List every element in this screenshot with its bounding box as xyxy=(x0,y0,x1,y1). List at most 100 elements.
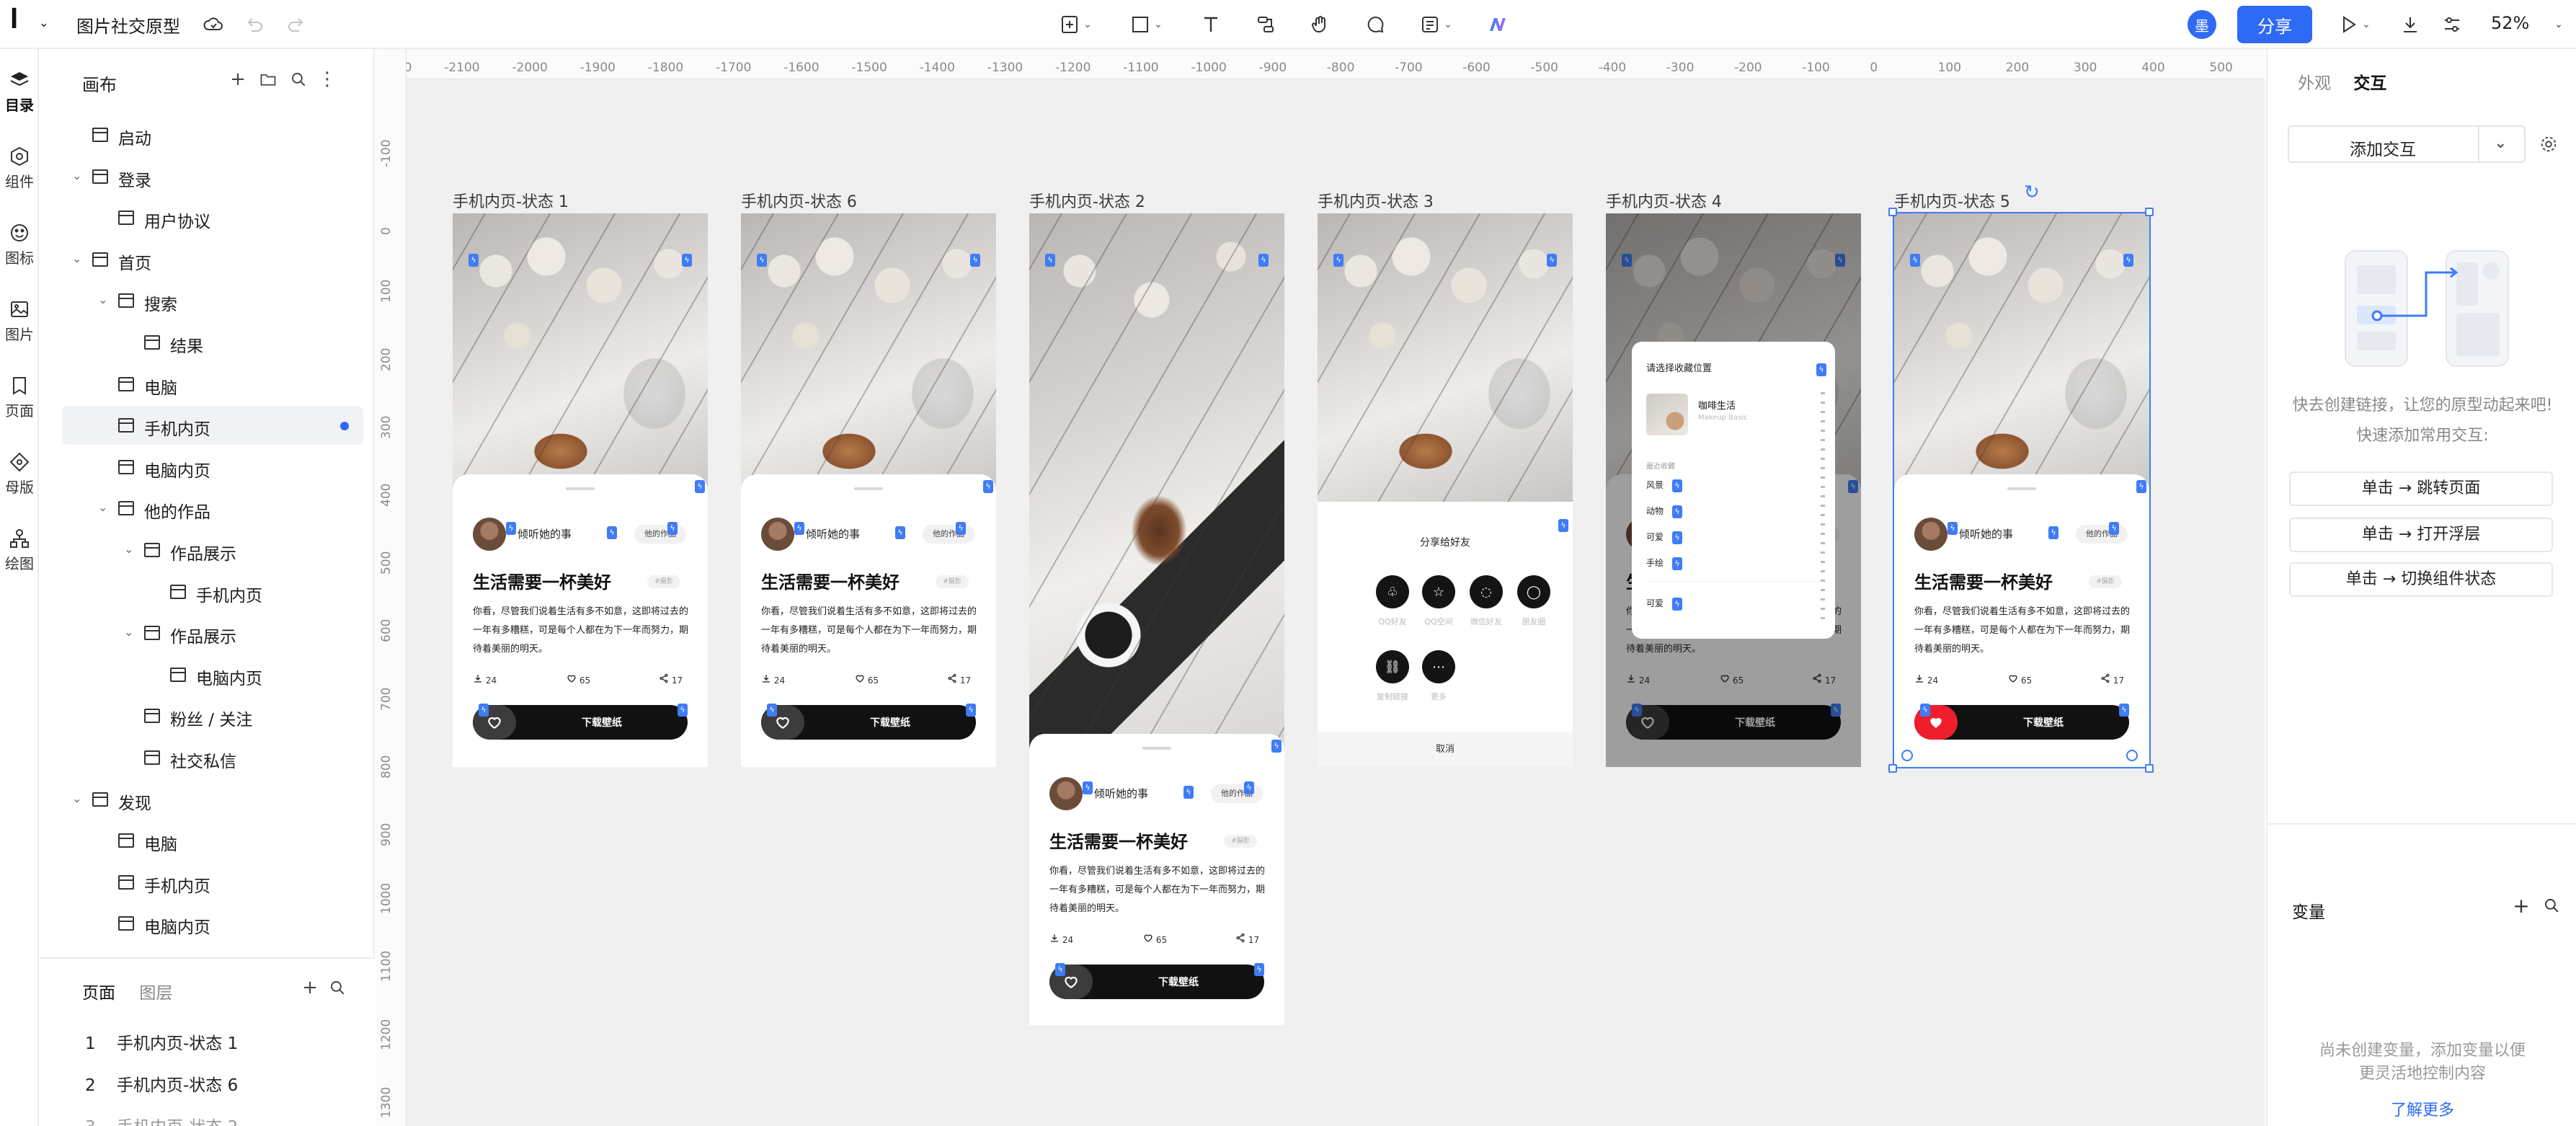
link-icon[interactable]: ⛓ xyxy=(1376,650,1409,683)
expand-arrow-icon[interactable]: ⌄ xyxy=(124,625,137,639)
tree-item[interactable]: ⌄ 发现 xyxy=(62,780,363,819)
download-icon[interactable] xyxy=(2396,10,2425,39)
collect-option[interactable]: 可爱 xyxy=(1646,597,1664,609)
page-list-item[interactable]: 3手机内页-状态 2 xyxy=(85,1113,238,1126)
add-page-icon[interactable]: ⌄ xyxy=(1054,10,1097,39)
tree-item[interactable]: 电脑内页 xyxy=(62,655,363,694)
tab-layers[interactable]: 图层 xyxy=(139,984,172,1003)
album-thumbnail[interactable] xyxy=(1646,394,1688,435)
qq-icon[interactable]: ♧ xyxy=(1376,575,1409,608)
quick-click-navigate[interactable]: 单击 → 跳转页面 xyxy=(2289,471,2553,506)
download-count[interactable]: 24 xyxy=(1049,933,1073,945)
resize-handle[interactable] xyxy=(2145,208,2154,216)
more-icon[interactable]: ⋯ xyxy=(1422,650,1455,683)
drag-handle[interactable] xyxy=(854,487,883,490)
frame-title[interactable]: 手机内页-状态 3 xyxy=(1318,189,1434,212)
album-name[interactable]: 咖啡生活 xyxy=(1698,398,1736,412)
phone-frame[interactable]: ϟϟ倾听她的事他的作品生活需要一杯美好#摄影你看，尽管我们说着生活有多不如意，这… xyxy=(741,213,996,767)
chevron-down-icon[interactable]: ⌄ xyxy=(2494,134,2507,152)
redo-icon[interactable] xyxy=(283,10,311,39)
download-wallpaper-button[interactable]: 下载壁纸 xyxy=(473,705,688,740)
resize-handle[interactable] xyxy=(2145,764,2154,773)
rail-components[interactable]: 组件 xyxy=(0,140,39,205)
add-icon[interactable]: + xyxy=(226,68,249,91)
rail-catalog[interactable]: 目录 xyxy=(0,63,39,128)
expand-arrow-icon[interactable]: ⌄ xyxy=(124,542,137,556)
gear-icon[interactable] xyxy=(2539,134,2559,154)
page-list-item[interactable]: 1 手机内页-状态 1 xyxy=(85,1029,238,1054)
tree-item[interactable]: 用户协议 xyxy=(62,198,363,237)
download-wallpaper-button[interactable]: 下载壁纸 xyxy=(761,705,976,740)
add-variable-icon[interactable]: + xyxy=(2510,894,2533,918)
design-canvas[interactable]: -2200-2100-2000-1900-1800-1700-1600-1500… xyxy=(376,49,2265,1126)
author-name[interactable]: 倾听她的事 xyxy=(1094,786,1148,801)
add-interaction-button[interactable]: 添加交互 ⌄ xyxy=(2288,125,2526,163)
zoom-chevron-icon[interactable]: ⌄ xyxy=(2544,10,2573,39)
author-name[interactable]: 倾听她的事 xyxy=(518,526,572,541)
search-icon[interactable] xyxy=(2540,894,2563,917)
phone-frame[interactable]: ϟϟ倾听她的事他的作品生活需要一杯美好#摄影你看，尽管我们说着生活有多不如意，这… xyxy=(453,213,708,767)
text-tool-icon[interactable] xyxy=(1196,10,1225,39)
rail-master[interactable]: 母版 xyxy=(0,445,39,510)
tree-item[interactable]: ⌄ 作品展示 xyxy=(62,613,363,652)
avatar[interactable] xyxy=(473,518,506,551)
tree-item[interactable]: ⌄ 他的作品 xyxy=(62,489,363,528)
settings-sliders-icon[interactable] xyxy=(2438,10,2466,39)
author-name[interactable]: 倾听她的事 xyxy=(806,526,860,541)
tree-item[interactable]: 结果 xyxy=(62,323,363,362)
collect-option[interactable]: 风景 xyxy=(1646,479,1664,491)
quick-click-switch-state[interactable]: 单击 → 切换组件状态 xyxy=(2289,562,2553,597)
collect-option[interactable]: 手绘 xyxy=(1646,557,1664,569)
tree-item[interactable]: 电脑内页 xyxy=(62,904,363,943)
download-count[interactable]: 24 xyxy=(761,673,785,686)
frame-title[interactable]: 手机内页-状态 4 xyxy=(1606,189,1722,212)
tree-item[interactable]: 手机内页 xyxy=(62,863,363,902)
rail-pages[interactable]: 页面 xyxy=(0,369,39,434)
note-tool-icon[interactable]: ⌄ xyxy=(1414,10,1457,39)
expand-arrow-icon[interactable]: ⌄ xyxy=(72,169,85,182)
collect-option[interactable]: 动物 xyxy=(1646,505,1664,517)
quick-click-open-overlay[interactable]: 单击 → 打开浮层 xyxy=(2289,518,2553,552)
more-vertical-icon[interactable]: ⋮ xyxy=(316,68,339,91)
add-page-icon[interactable]: + xyxy=(298,976,321,999)
search-icon[interactable] xyxy=(326,976,349,999)
tree-item[interactable]: 电脑 xyxy=(62,365,363,404)
tab-appearance[interactable]: 外观 xyxy=(2298,74,2331,93)
tree-item[interactable]: ⌄ 首页 xyxy=(62,240,363,279)
download-wallpaper-button[interactable]: 下载壁纸 xyxy=(1049,965,1264,999)
share-count[interactable]: 17 xyxy=(947,673,971,686)
refresh-icon[interactable]: ↻ xyxy=(2024,182,2040,203)
alphabet-index[interactable] xyxy=(1821,392,1825,623)
drag-handle[interactable] xyxy=(1142,747,1171,750)
expand-arrow-icon[interactable]: ⌄ xyxy=(72,252,85,265)
share-button[interactable]: 分享 xyxy=(2237,6,2312,43)
frame-title[interactable]: 手机内页-状态 6 xyxy=(741,189,857,212)
star-icon[interactable]: ☆ xyxy=(1422,575,1455,608)
his-works-button[interactable]: 他的作品 xyxy=(634,525,686,544)
moments-icon[interactable]: ◯ xyxy=(1517,575,1550,608)
tree-item[interactable]: 粉丝 / 关注 xyxy=(62,696,363,735)
wechat-icon[interactable]: ◌ xyxy=(1470,575,1503,608)
phone-frame[interactable]: ϟϟ倾听她的事他的作品生活需要一杯美好#摄影你看，尽管我们说着生活有多不如意，这… xyxy=(1606,213,1861,767)
frame-title[interactable]: 手机内页-状态 1 xyxy=(453,189,569,212)
tree-item[interactable]: 社交私信 xyxy=(62,738,363,777)
play-preview-icon[interactable]: ⌄ xyxy=(2332,10,2376,39)
tree-item[interactable]: 手机内页 xyxy=(62,572,363,611)
tree-item[interactable]: 手机内页 xyxy=(62,406,363,445)
zoom-level[interactable]: 52% xyxy=(2491,13,2529,33)
tree-item[interactable]: ⌄ 作品展示 xyxy=(62,531,363,569)
app-logo-menu[interactable]: ꟾ ⌄ xyxy=(10,9,52,37)
download-count[interactable]: 24 xyxy=(473,673,497,686)
connector-tool-icon[interactable] xyxy=(1251,10,1280,39)
frame-title[interactable]: 手机内页-状态 5 xyxy=(1894,189,2010,212)
cloud-sync-icon[interactable] xyxy=(199,10,228,39)
expand-arrow-icon[interactable]: ⌄ xyxy=(72,792,85,805)
frame-title[interactable]: 手机内页-状态 2 xyxy=(1029,189,1145,212)
page-list-item[interactable]: 2 手机内页-状态 6 xyxy=(85,1071,238,1096)
collect-option[interactable]: 可爱 xyxy=(1646,531,1664,543)
resize-handle[interactable] xyxy=(1888,208,1897,216)
tab-pages[interactable]: 页面 xyxy=(82,984,115,1003)
comment-tool-icon[interactable] xyxy=(1361,10,1390,39)
share-count[interactable]: 17 xyxy=(659,673,683,686)
like-count[interactable]: 65 xyxy=(1143,933,1167,945)
